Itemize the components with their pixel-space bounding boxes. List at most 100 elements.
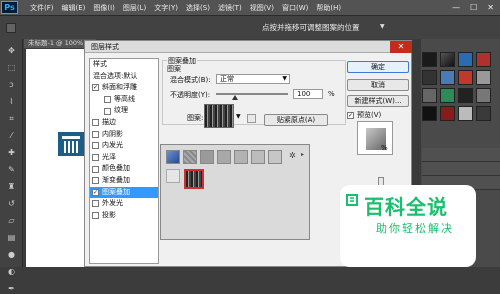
minimize-icon[interactable]: —	[452, 3, 460, 12]
menu-type[interactable]: 文字(Y)	[150, 3, 182, 13]
opacity-input[interactable]: 100	[293, 89, 323, 99]
checkbox[interactable]: ✓	[92, 84, 99, 92]
new-preset-icon[interactable]	[247, 114, 256, 123]
checkbox[interactable]	[104, 96, 111, 104]
style-item-inner-shadow[interactable]: 内阴影	[90, 129, 158, 141]
dodge-tool-icon[interactable]: ◐	[6, 266, 17, 277]
preview-checkbox[interactable]: ✓	[347, 111, 354, 119]
style-item-inner-glow[interactable]: 内发光	[90, 140, 158, 152]
style-swatch[interactable]	[440, 106, 455, 121]
style-swatch[interactable]	[476, 88, 491, 103]
menu-view[interactable]: 视图(V)	[246, 3, 278, 13]
pen-tool-icon[interactable]: ✒	[6, 283, 17, 294]
style-item-blending-options[interactable]: 混合选项:默认	[90, 71, 158, 83]
menu-help[interactable]: 帮助(H)	[312, 3, 345, 13]
style-item-stroke[interactable]: 描边	[90, 117, 158, 129]
menu-layer[interactable]: 图层(L)	[119, 3, 150, 13]
workspace-dropdown-caret-icon[interactable]: ▼	[380, 23, 385, 30]
snap-to-origin-button[interactable]: 贴紧原点(A)	[264, 114, 328, 126]
menu-select[interactable]: 选择(S)	[182, 3, 214, 13]
checkbox[interactable]	[92, 200, 99, 208]
eraser-tool-icon[interactable]: ▱	[6, 215, 17, 226]
menu-edit[interactable]: 编辑(E)	[58, 3, 90, 13]
menu-window[interactable]: 窗口(W)	[278, 3, 312, 13]
style-swatch[interactable]	[458, 70, 473, 85]
style-swatch[interactable]	[458, 88, 473, 103]
checkbox[interactable]	[92, 165, 99, 173]
menu-filter[interactable]: 滤镜(T)	[214, 3, 246, 13]
preview-toggle[interactable]: ✓ 预览(V)	[347, 110, 381, 120]
pattern-swatch[interactable]	[251, 150, 265, 164]
style-swatch[interactable]	[458, 52, 473, 67]
pattern-swatch[interactable]	[166, 150, 180, 164]
checkbox[interactable]	[92, 130, 99, 138]
style-swatch[interactable]	[422, 106, 437, 121]
tool-preset-button[interactable]	[6, 22, 16, 33]
history-brush-icon[interactable]: ↺	[6, 198, 17, 209]
layer-row[interactable]	[422, 148, 500, 162]
style-swatch[interactable]	[440, 88, 455, 103]
quick-select-tool-icon[interactable]: ⌇	[6, 96, 17, 107]
checkbox[interactable]	[92, 154, 99, 162]
checkbox[interactable]	[92, 177, 99, 185]
dialog-titlebar[interactable]: 图层样式 ✕	[85, 41, 412, 53]
pattern-swatch[interactable]	[217, 150, 231, 164]
pattern-preview-thumbnail[interactable]	[204, 104, 234, 128]
pattern-swatch[interactable]	[268, 150, 282, 164]
style-swatch[interactable]	[476, 70, 491, 85]
menu-file[interactable]: 文件(F)	[26, 3, 58, 13]
style-swatch[interactable]	[422, 88, 437, 103]
style-item-color-overlay[interactable]: 颜色叠加	[90, 163, 158, 175]
style-swatch[interactable]	[440, 52, 455, 67]
marquee-tool-icon[interactable]: ⬚	[6, 62, 17, 73]
pattern-dropdown-icon[interactable]: ▼	[236, 113, 241, 120]
menu-image[interactable]: 图像(I)	[89, 3, 119, 13]
healing-tool-icon[interactable]: ✚	[6, 147, 17, 158]
checkbox[interactable]	[92, 212, 99, 220]
style-item-bevel-emboss[interactable]: ✓ 斜面和浮雕	[90, 82, 158, 94]
eyedropper-tool-icon[interactable]: ⁄	[6, 130, 17, 141]
checkbox[interactable]	[92, 119, 99, 127]
pattern-swatch[interactable]	[183, 150, 197, 164]
checkbox[interactable]	[104, 107, 111, 115]
style-item-gradient-overlay[interactable]: 渐变叠加	[90, 175, 158, 187]
layer-row[interactable]	[422, 162, 500, 176]
style-swatch[interactable]	[476, 52, 491, 67]
style-item-satin[interactable]: 光泽	[90, 152, 158, 164]
pattern-swatch[interactable]	[166, 169, 180, 183]
picker-menu-arrow-icon[interactable]: ▸	[301, 151, 304, 158]
style-swatch[interactable]	[458, 106, 473, 121]
style-item-texture[interactable]: 纹理	[90, 105, 158, 117]
style-swatch[interactable]	[422, 70, 437, 85]
close-window-icon[interactable]: ✕	[487, 3, 494, 12]
new-style-button[interactable]: 新建样式(W)...	[347, 95, 409, 107]
crop-tool-icon[interactable]: ⌗	[6, 113, 17, 124]
lasso-tool-icon[interactable]: ↄ	[6, 79, 17, 90]
ok-button[interactable]: 确定	[347, 61, 409, 73]
cancel-button[interactable]: 取消	[347, 79, 409, 91]
checkbox[interactable]: ✓	[92, 188, 99, 196]
style-swatch[interactable]	[440, 70, 455, 85]
style-item-pattern-overlay[interactable]: ✓ 图案叠加	[90, 186, 158, 199]
pattern-swatch[interactable]	[200, 150, 214, 164]
move-tool-icon[interactable]: ✥	[6, 45, 17, 56]
dialog-close-icon[interactable]: ✕	[390, 41, 412, 53]
style-item-drop-shadow[interactable]: 投影	[90, 210, 158, 222]
opacity-slider-thumb[interactable]	[232, 95, 238, 100]
document-canvas[interactable]	[26, 49, 89, 267]
pattern-swatch[interactable]	[234, 150, 248, 164]
checkbox[interactable]	[92, 142, 99, 150]
brush-tool-icon[interactable]: ✎	[6, 164, 17, 175]
selected-pattern-swatch[interactable]	[184, 169, 204, 189]
gradient-tool-icon[interactable]: ▤	[6, 232, 17, 243]
opacity-slider-track[interactable]	[216, 93, 288, 95]
style-item-outer-glow[interactable]: 外发光	[90, 198, 158, 210]
stamp-tool-icon[interactable]: ♜	[6, 181, 17, 192]
style-swatch[interactable]	[422, 52, 437, 67]
style-item-contour[interactable]: 等高线	[90, 94, 158, 106]
blur-tool-icon[interactable]: ●	[6, 249, 17, 260]
blend-mode-select[interactable]: 正常 ▼	[216, 74, 290, 84]
style-swatch[interactable]	[476, 106, 491, 121]
maximize-icon[interactable]: ☐	[470, 3, 477, 12]
gear-icon[interactable]: ✲	[289, 151, 296, 160]
